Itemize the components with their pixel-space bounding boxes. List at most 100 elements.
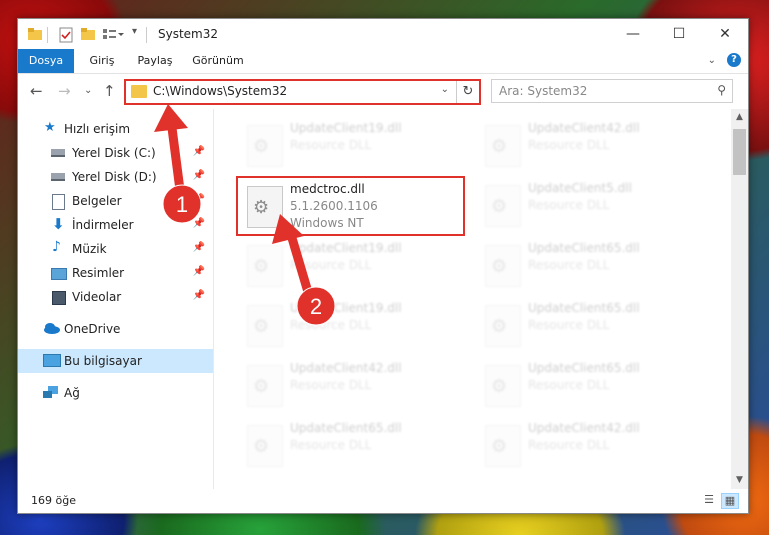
scroll-thumb[interactable] bbox=[733, 129, 746, 175]
close-button[interactable]: ✕ bbox=[702, 19, 748, 49]
nav-item-documents[interactable]: Belgeler 📌 bbox=[18, 189, 213, 213]
file-tile[interactable]: ⚙ UpdateClient42.dll Resource DLL bbox=[238, 357, 463, 413]
expand-ribbon-icon[interactable]: ⌄ bbox=[708, 55, 716, 66]
computer-icon bbox=[43, 354, 61, 367]
file-version: 5.1.2600.1106 bbox=[290, 199, 378, 213]
nav-label: Yerel Disk (C:) bbox=[72, 146, 156, 160]
minimize-button[interactable]: — bbox=[610, 19, 656, 49]
forward-icon[interactable]: → bbox=[58, 82, 71, 100]
file-tile[interactable]: ⚙ UpdateClient42.dll Resource DLL bbox=[476, 117, 701, 173]
file-tile[interactable]: ⚙ UpdateClient19.dll Resource DLL bbox=[238, 237, 463, 293]
file-tile[interactable]: ⚙ UpdateClient42.dll Resource DLL bbox=[476, 417, 701, 473]
file-tile[interactable]: ⚙ UpdateClient65.dll Resource DLL bbox=[238, 417, 463, 473]
scroll-down-icon[interactable]: ▼ bbox=[731, 472, 748, 489]
details-view-icon[interactable]: ☰ bbox=[701, 493, 717, 507]
dll-file-icon: ⚙ bbox=[247, 365, 283, 407]
up-icon[interactable]: ↑ bbox=[103, 82, 116, 100]
network-icon bbox=[43, 386, 58, 400]
drive-icon bbox=[51, 149, 65, 157]
file-name: UpdateClient65.dll bbox=[528, 241, 640, 255]
nav-item-onedrive[interactable]: OneDrive bbox=[18, 317, 213, 341]
view-menu-icon[interactable] bbox=[102, 27, 124, 43]
new-folder-icon[interactable] bbox=[81, 27, 95, 43]
nav-item-drive-d[interactable]: Yerel Disk (D:) 📌 bbox=[18, 165, 213, 189]
file-name: UpdateClient42.dll bbox=[528, 421, 640, 435]
file-name: UpdateClient19.dll bbox=[290, 301, 402, 315]
maximize-button[interactable]: ☐ bbox=[656, 19, 702, 49]
file-name: UpdateClient65.dll bbox=[290, 421, 402, 435]
dll-file-icon: ⚙ bbox=[485, 305, 521, 347]
pictures-icon bbox=[51, 268, 67, 280]
window-title: System32 bbox=[158, 27, 219, 41]
tab-share[interactable]: Paylaş bbox=[130, 49, 180, 73]
dll-file-icon: ⚙ bbox=[485, 125, 521, 167]
pin-icon: 📌 bbox=[192, 290, 205, 301]
nav-item-network[interactable]: Ağ bbox=[18, 381, 213, 405]
properties-icon[interactable] bbox=[59, 27, 73, 43]
title-bar: ▾ System32 — ☐ ✕ bbox=[18, 19, 748, 49]
music-icon: ♪ bbox=[52, 239, 61, 255]
file-name: UpdateClient65.dll bbox=[528, 361, 640, 375]
search-box[interactable]: Ara: System32 ⚲ bbox=[491, 79, 733, 103]
nav-item-quick-access[interactable]: ★ Hızlı erişim bbox=[18, 117, 213, 141]
refresh-icon[interactable]: ↻ bbox=[456, 81, 479, 103]
nav-item-this-pc[interactable]: Bu bilgisayar bbox=[18, 349, 213, 373]
address-dropdown-icon[interactable]: ⌄ bbox=[441, 84, 449, 95]
file-tile[interactable]: ⚙ UpdateClient65.dll Resource DLL bbox=[476, 237, 701, 293]
file-tile[interactable]: ⚙ UpdateClient19.dll Resource DLL bbox=[238, 117, 463, 173]
nav-item-drive-c[interactable]: Yerel Disk (C:) 📌 bbox=[18, 141, 213, 165]
nav-label: Müzik bbox=[72, 242, 107, 256]
tab-home[interactable]: Giriş bbox=[80, 49, 124, 73]
address-path: C:\Windows\System32 bbox=[153, 84, 288, 98]
video-icon bbox=[52, 291, 66, 305]
dll-file-icon: ⚙ bbox=[247, 245, 283, 287]
nav-label: Ağ bbox=[64, 386, 80, 400]
file-name: UpdateClient42.dll bbox=[290, 361, 402, 375]
address-bar[interactable]: C:\Windows\System32 ⌄ ↻ bbox=[124, 79, 481, 105]
back-icon[interactable]: ← bbox=[30, 82, 43, 100]
file-explorer-window: ▾ System32 — ☐ ✕ Dosya Giriş Paylaş Görü… bbox=[17, 18, 749, 514]
file-name: medctroc.dll bbox=[290, 182, 365, 196]
nav-item-downloads[interactable]: ⬇ İndirmeler 📌 bbox=[18, 213, 213, 237]
file-tile-highlighted[interactable]: ⚙ medctroc.dll 5.1.2600.1106 Windows NT bbox=[236, 176, 465, 236]
download-icon: ⬇ bbox=[52, 215, 65, 233]
file-name: UpdateClient19.dll bbox=[290, 241, 402, 255]
drive-icon bbox=[51, 173, 65, 181]
cloud-icon bbox=[43, 322, 60, 336]
file-name: UpdateClient5.dll bbox=[528, 181, 632, 195]
pin-icon: 📌 bbox=[192, 266, 205, 277]
document-icon bbox=[52, 194, 65, 210]
recent-locations-icon[interactable]: ⌄ bbox=[84, 85, 92, 96]
dll-file-icon: ⚙ bbox=[247, 125, 283, 167]
status-bar: 169 öğe ☰ ▦ bbox=[18, 489, 748, 513]
tab-view[interactable]: Görünüm bbox=[188, 49, 248, 73]
file-desc: Resource DLL bbox=[290, 438, 372, 452]
folder-icon bbox=[28, 27, 42, 43]
file-tile[interactable]: ⚙ UpdateClient65.dll Resource DLL bbox=[476, 357, 701, 413]
pin-icon: 📌 bbox=[192, 194, 205, 205]
file-desc: Resource DLL bbox=[290, 138, 372, 152]
vertical-scrollbar[interactable]: ▲ ▼ bbox=[731, 109, 748, 489]
file-desc: Resource DLL bbox=[290, 318, 372, 332]
help-icon[interactable]: ? bbox=[727, 53, 741, 67]
scroll-up-icon[interactable]: ▲ bbox=[731, 109, 748, 126]
nav-item-videos[interactable]: Videolar 📌 bbox=[18, 285, 213, 309]
address-row: ← → ⌄ ↑ C:\Windows\System32 ⌄ ↻ Ara: Sys… bbox=[18, 74, 748, 108]
tab-file[interactable]: Dosya bbox=[18, 49, 74, 73]
file-tile[interactable]: ⚙ UpdateClient5.dll Resource DLL bbox=[476, 177, 701, 233]
nav-label: Hızlı erişim bbox=[64, 122, 131, 136]
item-count: 169 öğe bbox=[31, 494, 76, 507]
ribbon-tabs: Dosya Giriş Paylaş Görünüm ⌄ ? bbox=[18, 49, 748, 74]
file-desc: Resource DLL bbox=[528, 138, 610, 152]
file-tile[interactable]: ⚙ UpdateClient19.dll Resource DLL bbox=[238, 297, 463, 353]
qa-customize-icon[interactable]: ▾ bbox=[132, 26, 137, 42]
large-icons-view-icon[interactable]: ▦ bbox=[721, 493, 739, 509]
nav-item-pictures[interactable]: Resimler 📌 bbox=[18, 261, 213, 285]
file-list: ⚙ UpdateClient19.dll Resource DLL ⚙ medc… bbox=[214, 109, 731, 489]
nav-item-music[interactable]: ♪ Müzik 📌 bbox=[18, 237, 213, 261]
dll-file-icon: ⚙ bbox=[247, 305, 283, 347]
file-name: UpdateClient65.dll bbox=[528, 301, 640, 315]
file-tile[interactable]: ⚙ UpdateClient65.dll Resource DLL bbox=[476, 297, 701, 353]
nav-label: İndirmeler bbox=[72, 218, 134, 232]
dll-file-icon: ⚙ bbox=[485, 425, 521, 467]
